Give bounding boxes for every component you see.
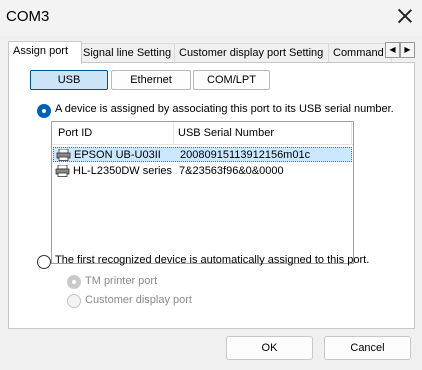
- tab-customer-display-port-setting[interactable]: Customer display port Setting: [174, 43, 334, 63]
- device-serial: 20080915113912156m01c: [180, 149, 311, 161]
- device-port-id: HL-L2350DW series: [73, 165, 173, 177]
- printer-icon: [55, 165, 70, 177]
- device-list[interactable]: Port ID USB Serial Number EPSON UB-U03II…: [51, 121, 354, 264]
- printer-icon: [56, 149, 71, 161]
- customer-display-port-label: Customer display port: [85, 294, 192, 306]
- device-port-id: EPSON UB-U03II: [74, 149, 161, 161]
- device-serial: 7&23563f96&0&0000: [179, 165, 284, 177]
- tab-signal-line-setting[interactable]: Signal line Setting: [78, 43, 180, 63]
- close-icon[interactable]: [396, 7, 414, 25]
- assign-port-panel: USB Ethernet COM/LPT A device is assigne…: [8, 62, 415, 329]
- tm-printer-port-label: TM printer port: [85, 275, 158, 287]
- column-separator[interactable]: [351, 122, 352, 144]
- tab-strip: Assign port Signal line Setting Customer…: [8, 41, 418, 64]
- com-lpt-button[interactable]: COM/LPT: [193, 70, 270, 90]
- ok-button[interactable]: OK: [226, 336, 313, 360]
- usb-button[interactable]: USB: [30, 70, 108, 90]
- column-port-id[interactable]: Port ID: [58, 127, 92, 139]
- column-usb-serial-number[interactable]: USB Serial Number: [178, 127, 274, 139]
- tab-command[interactable]: Command ...: [328, 43, 392, 63]
- customer-display-port-radio[interactable]: [67, 294, 81, 308]
- device-list-header: Port ID USB Serial Number: [52, 122, 353, 145]
- device-row-epson[interactable]: EPSON UB-U03II 20080915113912156m01c: [53, 147, 352, 162]
- auto-assign-radio[interactable]: [37, 255, 51, 269]
- column-separator[interactable]: [173, 122, 174, 144]
- tab-assign-port[interactable]: Assign port: [8, 41, 82, 64]
- cancel-button[interactable]: Cancel: [324, 336, 411, 360]
- assign-by-serial-radio[interactable]: [37, 104, 51, 118]
- window-title: COM3: [6, 8, 50, 25]
- device-row-hl-l2350dw[interactable]: HL-L2350DW series 7&23563f96&0&0000: [53, 164, 352, 179]
- assign-by-serial-label: A device is assigned by associating this…: [55, 103, 394, 115]
- tab-scroll-right-icon[interactable]: ▶: [400, 42, 415, 58]
- title-bar: COM3: [0, 0, 422, 36]
- auto-assign-label: The first recognized device is automatic…: [55, 254, 370, 266]
- tab-scroll-left-icon[interactable]: ◀: [385, 42, 400, 58]
- tm-printer-port-radio[interactable]: [67, 275, 81, 289]
- ethernet-button[interactable]: Ethernet: [111, 70, 191, 90]
